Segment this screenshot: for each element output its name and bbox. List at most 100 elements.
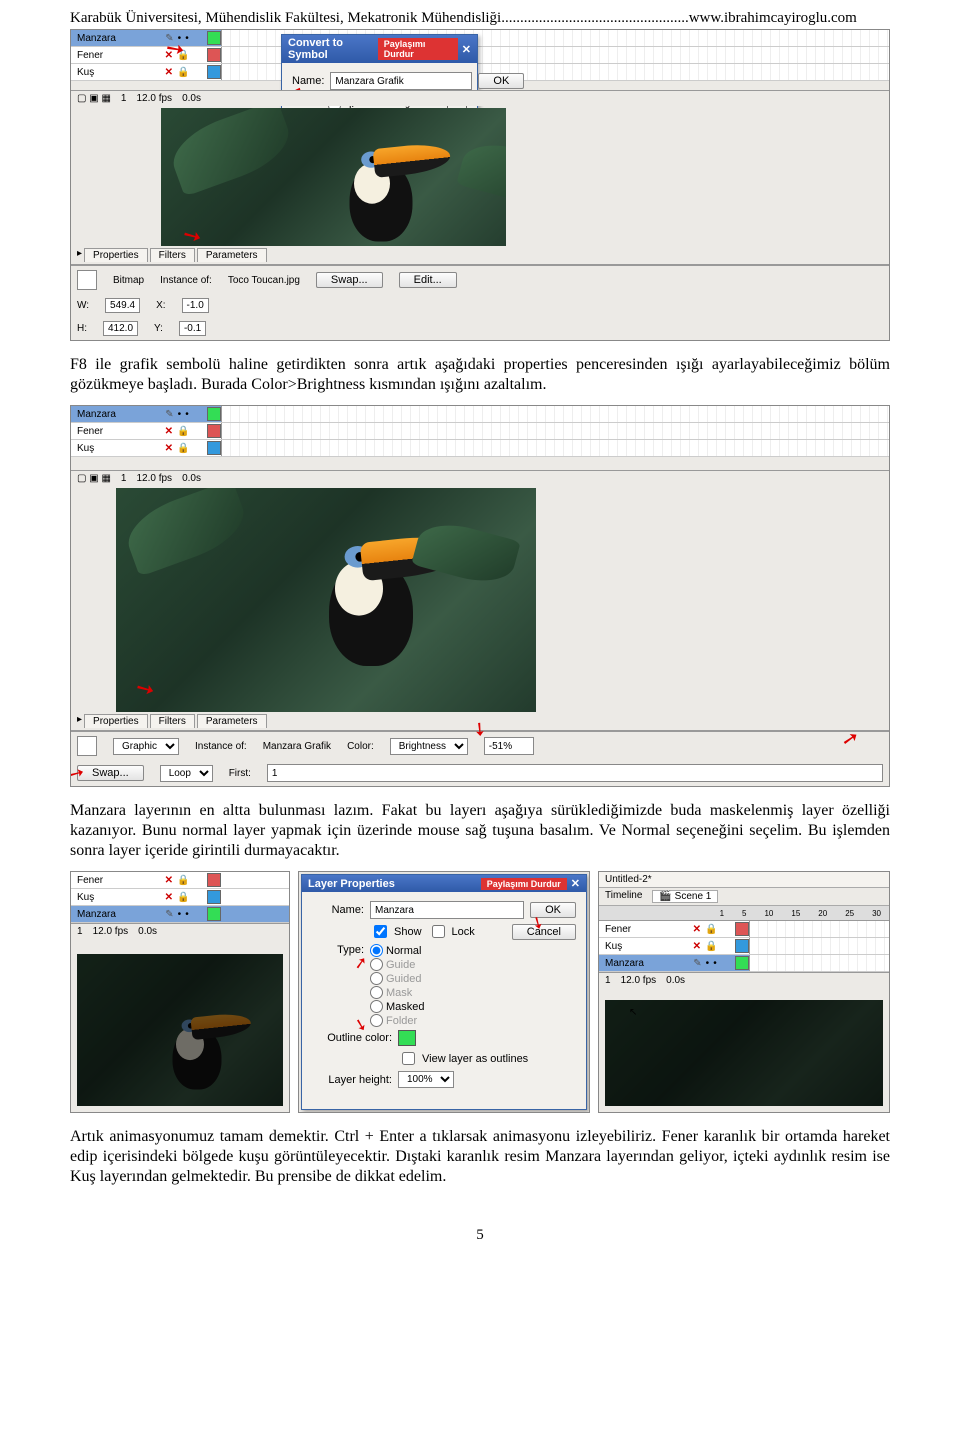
layer-name[interactable]: Manzara (599, 958, 675, 969)
properties-tabs: ▸ Properties Filters Parameters (71, 246, 889, 265)
graphic-thumb (77, 736, 97, 756)
instance-of-value: Toco Toucan.jpg (228, 275, 300, 286)
brightness-value[interactable] (484, 737, 534, 755)
radio-folder[interactable]: Folder (370, 1014, 425, 1027)
radio-guide[interactable]: Guide (370, 958, 425, 971)
doc-title[interactable]: Untitled-2* (599, 872, 889, 888)
layer-name[interactable]: Kuş (71, 67, 147, 78)
footer-icons[interactable]: ▢ ▣ ▦ (77, 93, 111, 104)
name-label: Name: (312, 904, 364, 916)
stage-bitmap[interactable]: ➘ (116, 488, 536, 716)
radio-guided[interactable]: Guided (370, 972, 425, 985)
screenshot-2: Manzara ✎•• Fener ✕🔒 Kuş ✕🔒 ▢ ▣ ▦ 1 12.0 (70, 405, 890, 787)
color-select[interactable]: Brightness (390, 738, 468, 755)
loop-select[interactable]: Loop (160, 765, 213, 782)
w-value[interactable]: 549.4 (105, 298, 140, 313)
screenshot-3a: Fener ✕🔒 Kuş ✕🔒 Manzara ✎•• 1 12.0 fps 0… (70, 871, 290, 1113)
bitmap-thumb (77, 270, 97, 290)
cancel-button[interactable]: Cancel (512, 924, 576, 940)
pencil-icon: ✎ (165, 409, 173, 420)
stage-bitmap-dark[interactable] (77, 954, 283, 1106)
layer-name[interactable]: Kuş (599, 941, 675, 952)
instance-of-label: Instance of: (195, 741, 247, 752)
layer-name[interactable]: Manzara (71, 409, 147, 420)
scene-label[interactable]: 🎬 Scene 1 (652, 890, 718, 903)
layer-name[interactable]: Fener (71, 50, 147, 61)
view-as-outlines-checkbox[interactable]: View layer as outlines (398, 1049, 528, 1068)
layer-name[interactable]: Fener (71, 875, 147, 886)
lock-icon[interactable]: 🔒 (177, 892, 189, 903)
expand-icon[interactable]: ▸ (77, 248, 82, 262)
name-input[interactable] (330, 72, 472, 90)
close-icon[interactable]: ✕ (462, 43, 471, 56)
tab-filters[interactable]: Filters (150, 714, 195, 728)
x-icon[interactable]: ✕ (165, 426, 173, 437)
screenshot-1: Manzara ✎•• Fener ✕🔒 Kuş ✕🔒 ➘ Conv (70, 29, 890, 341)
color-label: Color: (347, 741, 374, 752)
close-icon[interactable]: ✕ (571, 877, 580, 890)
first-label: First: (229, 768, 251, 779)
tab-filters[interactable]: Filters (150, 248, 195, 262)
h-value[interactable]: 412.0 (103, 321, 138, 336)
x-icon[interactable]: ✕ (165, 875, 173, 886)
lock-icon[interactable]: 🔒 (177, 443, 189, 454)
show-checkbox[interactable]: Show (370, 922, 422, 941)
lock-icon[interactable]: 🔒 (177, 67, 189, 78)
layer-name[interactable]: Kuş (71, 443, 147, 454)
y-value[interactable]: -0.1 (179, 321, 206, 336)
timeline-footer: 1 12.0 fps 0.0s (71, 923, 289, 939)
outline-color-label: Outline color: (312, 1032, 392, 1044)
layer-name[interactable]: Fener (599, 924, 675, 935)
stage-bitmap[interactable]: ➘ (161, 108, 506, 263)
instance-of-label: Instance of: (160, 275, 212, 286)
x-label: X: (156, 300, 165, 311)
tab-properties[interactable]: Properties (84, 248, 148, 262)
timeline-footer: 1 12.0 fps 0.0s (599, 972, 889, 988)
expand-icon[interactable]: ▸ (77, 714, 82, 728)
outline-color-swatch[interactable] (398, 1030, 416, 1046)
swap-button[interactable]: Swap... (316, 272, 383, 288)
layer-height-label: Layer height: (312, 1074, 392, 1086)
layer-name[interactable]: Fener (71, 426, 147, 437)
dialog-title-text: Convert to Symbol (288, 37, 378, 61)
tab-parameters[interactable]: Parameters (197, 248, 267, 262)
x-icon[interactable]: ✕ (165, 443, 173, 454)
dialog-redtab[interactable]: Paylaşımı Durdur (378, 38, 458, 60)
radio-normal[interactable]: Normal (370, 944, 425, 957)
timeline-footer: ▢ ▣ ▦ 1 12.0 fps 0.0s (71, 90, 889, 106)
ok-button[interactable]: OK (478, 73, 524, 89)
layer-height-select[interactable]: 100% (398, 1071, 454, 1088)
screenshot-3c: Untitled-2* Timeline 🎬 Scene 1 1 5 10 15… (598, 871, 890, 1113)
x-value[interactable]: -1.0 (182, 298, 209, 313)
layer-name[interactable]: Manzara (71, 909, 147, 920)
radio-masked[interactable]: Masked (370, 1000, 425, 1013)
pencil-icon: ✎ (165, 909, 173, 920)
lock-icon[interactable]: 🔒 (177, 426, 189, 437)
lock-checkbox[interactable]: Lock (428, 922, 475, 941)
timeline-footer: ▢ ▣ ▦ 1 12.0 fps 0.0s (71, 470, 889, 486)
timeline-label[interactable]: Timeline (605, 890, 642, 903)
x-icon[interactable]: ✕ (165, 67, 173, 78)
layer-properties-dialog: Layer Properties Paylaşımı Durdur ✕ Name… (301, 874, 587, 1110)
header-text: Karabük Üniversitesi, Mühendislik Fakült… (70, 10, 857, 26)
screenshot-3b: Layer Properties Paylaşımı Durdur ✕ Name… (298, 871, 590, 1113)
first-input[interactable] (267, 764, 883, 782)
dialog-title-text: Layer Properties (308, 878, 395, 890)
tab-properties[interactable]: Properties (84, 714, 148, 728)
footer-icons[interactable]: ▢ ▣ ▦ (77, 473, 111, 484)
tab-parameters[interactable]: Parameters (197, 714, 267, 728)
stage-bitmap-dark[interactable] (605, 1000, 883, 1106)
layer-name[interactable]: Manzara (71, 33, 147, 44)
edit-button[interactable]: Edit... (399, 272, 457, 288)
layer-name[interactable]: Kuş (71, 892, 147, 903)
lock-icon[interactable]: 🔒 (177, 875, 189, 886)
paragraph-3: Artık animasyonumuz tamam demektir. Ctrl… (70, 1127, 890, 1187)
radio-mask[interactable]: Mask (370, 986, 425, 999)
dot-icon: • (185, 33, 189, 44)
dialog-redtab[interactable]: Paylaşımı Durdur (481, 878, 567, 890)
kind-select[interactable]: Graphic (113, 738, 179, 755)
instance-of-value: Manzara Grafik (263, 741, 331, 752)
x-icon[interactable]: ✕ (165, 892, 173, 903)
name-input[interactable] (370, 901, 524, 919)
prop-kind: Bitmap (113, 275, 144, 286)
